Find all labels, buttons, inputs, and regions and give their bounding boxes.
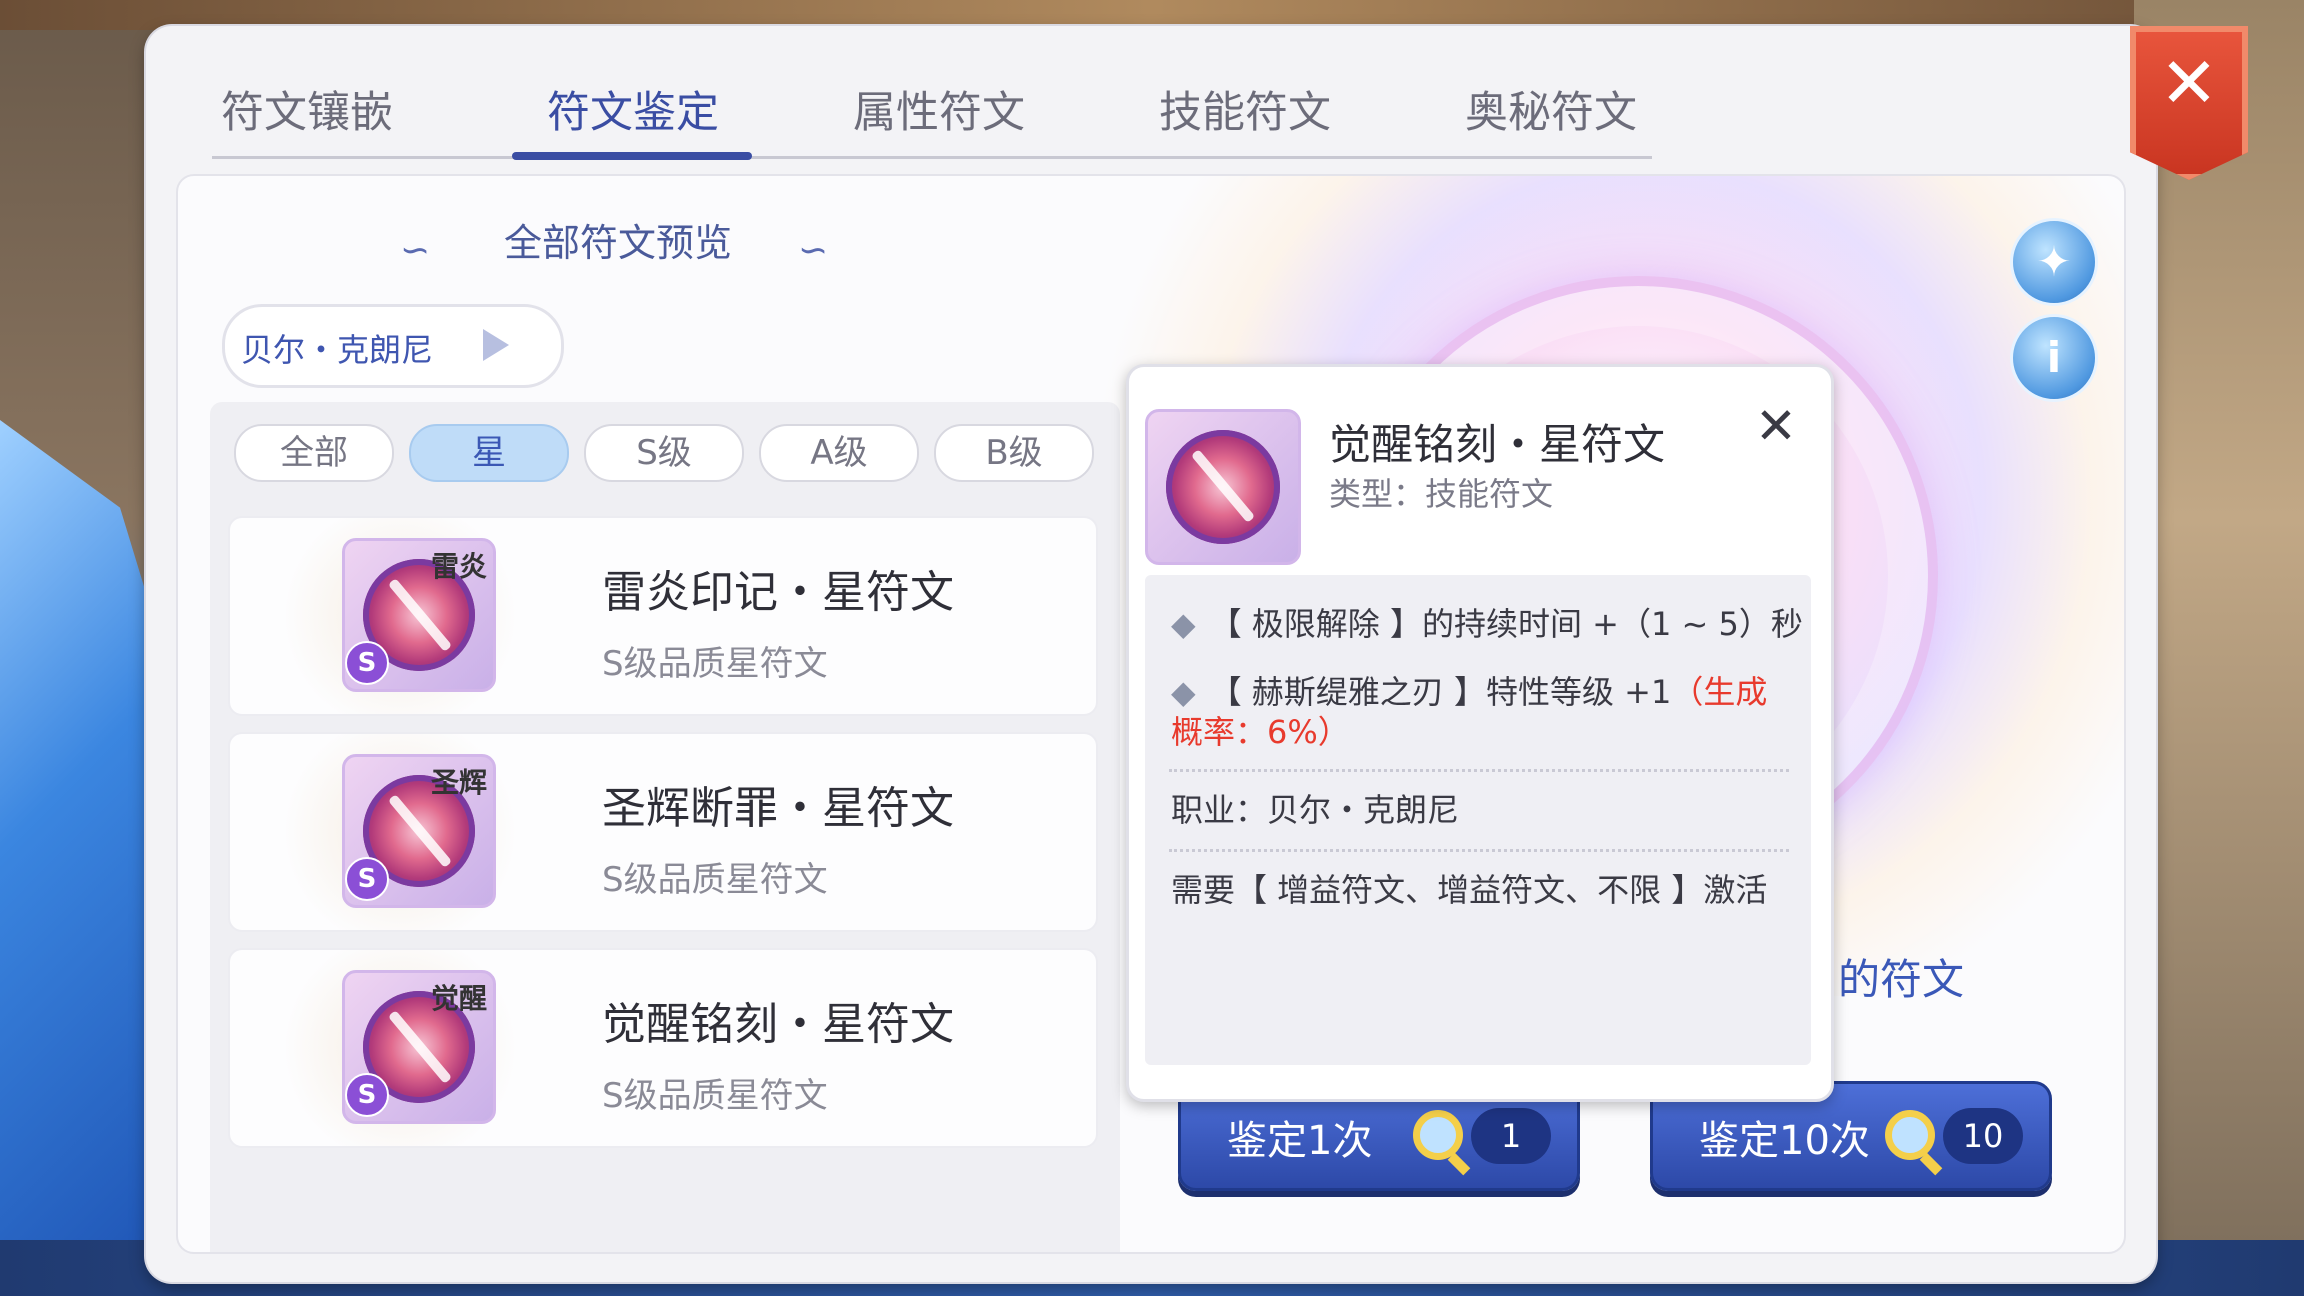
requirement-text: 需要【 增益符文、增益符文、不限 】激活 [1171,871,1768,909]
preview-title: 全部符文预览 [503,221,732,265]
filter-star[interactable]: 星 [409,424,569,482]
grade-badge: S [345,857,389,901]
rune-icon: 觉醒 S [342,970,496,1124]
tab-attribute-rune[interactable]: 属性符文 [844,78,1034,140]
tab-arcane-rune[interactable]: 奥秘符文 [1456,78,1646,140]
popup-title: 觉醒铭刻・星符文 [1329,420,1666,469]
rune-name: 圣辉断罪・星符文 [602,783,954,834]
appraise-ten-label: 鉴定10次 [1699,1118,1870,1164]
rune-list-item[interactable]: 圣辉 S 圣辉断罪・星符文 S级品质星符文 [228,732,1098,932]
rune-tag: 雷炎 [430,550,487,583]
close-button[interactable]: ✕ [2130,26,2248,180]
rune-list-item[interactable]: 雷炎 S 雷炎印记・星符文 S级品质星符文 [228,516,1098,716]
effect-line: ◆ 【 极限解除 】的持续时间 +（1 ~ 5）秒 [1171,603,1803,645]
grade-badge: S [345,641,389,685]
tab-skill-rune[interactable]: 技能符文 [1150,78,1340,140]
rune-name: 觉醒铭刻・星符文 [602,999,954,1050]
job-text: 职业：贝尔・克朗尼 [1171,791,1460,829]
popup-body: ◆ 【 极限解除 】的持续时间 +（1 ~ 5）秒 ◆ 【 赫斯缇雅之刃 】特性等级… [1145,575,1811,1065]
effect-text: 【 赫斯缇雅之刃 】特性等级 +1 [1209,673,1672,711]
tab-divider [212,156,1652,159]
diamond-bullet-icon: ◆ [1171,673,1196,711]
filter-s-grade[interactable]: S级 [584,424,744,482]
popup-close-icon[interactable]: ✕ [1755,397,1797,455]
rune-list-item[interactable]: 觉醒 S 觉醒铭刻・星符文 S级品质星符文 [228,948,1098,1148]
info-button[interactable]: i [2010,314,2098,402]
effect-line: ◆ 【 赫斯缇雅之刃 】特性等级 +1（生成 [1171,671,1767,713]
close-icon: ✕ [2159,42,2219,124]
rune-name: 雷炎印记・星符文 [602,567,954,618]
popup-type: 类型：技能符文 [1329,475,1554,513]
rune-tag: 觉醒 [430,982,487,1015]
magic-wand-button[interactable]: ✦ [2010,218,2098,306]
grade-badge: S [345,1073,389,1117]
rune-detail-popup: 觉醒铭刻・星符文 类型：技能符文 ✕ ◆ 【 极限解除 】的持续时间 +（1 ~ … [1126,364,1834,1102]
effect-chance-cont: 概率：6%） [1171,713,1350,751]
background-scene-right [2134,0,2304,1296]
tab-bar: 符文镶嵌 符文鉴定 属性符文 技能符文 奥秘符文 [212,56,1652,160]
tab-rune-appraise[interactable]: 符文鉴定 [538,78,728,140]
popup-rune-icon [1145,409,1301,565]
tab-active-indicator [512,152,752,160]
rune-icon: 雷炎 S [342,538,496,692]
rune-quality: S级品质星符文 [602,644,828,684]
magnifier-icon [1413,1110,1463,1160]
magnifier-icon [1885,1110,1935,1160]
divider [1169,849,1789,852]
appraise-once-cost: 1 [1471,1108,1551,1164]
rune-icon: 圣辉 S [342,754,496,908]
rune-quality: S级品质星符文 [602,860,828,900]
filter-a-grade[interactable]: A级 [759,424,919,482]
tab-rune-inlay[interactable]: 符文镶嵌 [212,78,402,140]
divider [1169,769,1789,772]
swirl-right-icon: ∽ [798,230,829,271]
effect-text: 【 极限解除 】的持续时间 +（1 ~ 5）秒 [1209,605,1803,643]
play-arrow-icon [483,329,509,361]
result-hint-text: 的符文 [1838,955,1965,1004]
rune-quality: S级品质星符文 [602,1076,828,1116]
rune-tag: 圣辉 [430,766,487,799]
appraise-ten-cost: 10 [1943,1108,2023,1164]
effect-chance: （生成 [1671,673,1768,711]
rune-disc-icon [1166,430,1280,544]
magic-wand-icon: ✦ [2036,237,2072,286]
appraise-once-label: 鉴定1次 [1227,1118,1373,1164]
info-icon: i [2046,333,2062,382]
filter-all[interactable]: 全部 [234,424,394,482]
diamond-bullet-icon: ◆ [1171,605,1196,643]
class-selector[interactable]: 贝尔・克朗尼 [222,304,564,388]
filter-b-grade[interactable]: B级 [934,424,1094,482]
class-name: 贝尔・克朗尼 [241,331,434,369]
